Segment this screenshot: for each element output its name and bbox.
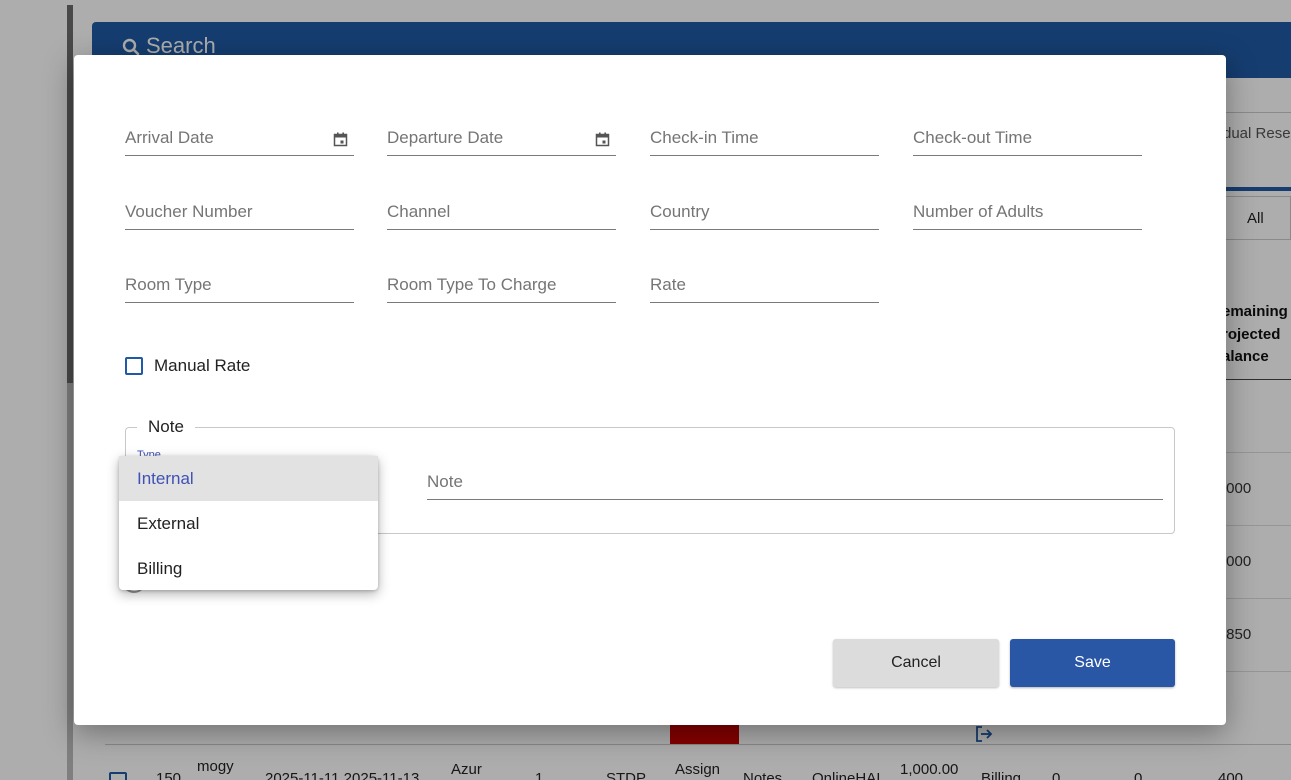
calendar-icon[interactable] [595, 132, 610, 147]
rate-field[interactable]: Rate [650, 263, 879, 303]
cancel-button[interactable]: Cancel [833, 639, 999, 687]
country-field[interactable]: Country [650, 190, 879, 230]
field-label: Voucher Number [125, 202, 253, 221]
type-dropdown-menu: Internal External Billing [119, 456, 378, 590]
field-label: Arrival Date [125, 128, 214, 147]
field-label: Room Type To Charge [387, 275, 557, 294]
field-label: Check-in Time [650, 128, 759, 147]
calendar-icon[interactable] [333, 132, 348, 147]
field-label: Room Type [125, 275, 212, 294]
channel-field[interactable]: Channel [387, 190, 616, 230]
checkout-time-field[interactable]: Check-out Time [913, 116, 1142, 156]
number-of-adults-field[interactable]: Number of Adults [913, 190, 1142, 230]
field-label: Channel [387, 202, 451, 221]
field-label: Departure Date [387, 128, 504, 147]
field-label: Number of Adults [913, 202, 1044, 221]
dropdown-option-external[interactable]: External [119, 501, 378, 546]
dropdown-option-billing[interactable]: Billing [119, 546, 378, 591]
arrival-date-field[interactable]: Arrival Date [125, 116, 354, 156]
note-input[interactable]: Note [427, 459, 1163, 500]
save-button[interactable]: Save [1010, 639, 1175, 687]
manual-rate-checkbox[interactable] [125, 357, 143, 375]
departure-date-field[interactable]: Departure Date [387, 116, 616, 156]
field-label: Rate [650, 275, 686, 294]
checkin-time-field[interactable]: Check-in Time [650, 116, 879, 156]
note-placeholder: Note [427, 472, 463, 491]
room-type-to-charge-field[interactable]: Room Type To Charge [387, 263, 616, 303]
field-label: Check-out Time [913, 128, 1033, 147]
note-section-title: Note [137, 417, 195, 437]
dropdown-option-internal[interactable]: Internal [119, 456, 378, 501]
voucher-number-field[interactable]: Voucher Number [125, 190, 354, 230]
field-label: Country [650, 202, 710, 221]
room-type-field[interactable]: Room Type [125, 263, 354, 303]
edit-reservation-dialog: Arrival Date Departure Date Check-in Tim… [74, 55, 1226, 725]
manual-rate-option[interactable]: Manual Rate [125, 355, 250, 377]
manual-rate-label: Manual Rate [154, 356, 251, 375]
